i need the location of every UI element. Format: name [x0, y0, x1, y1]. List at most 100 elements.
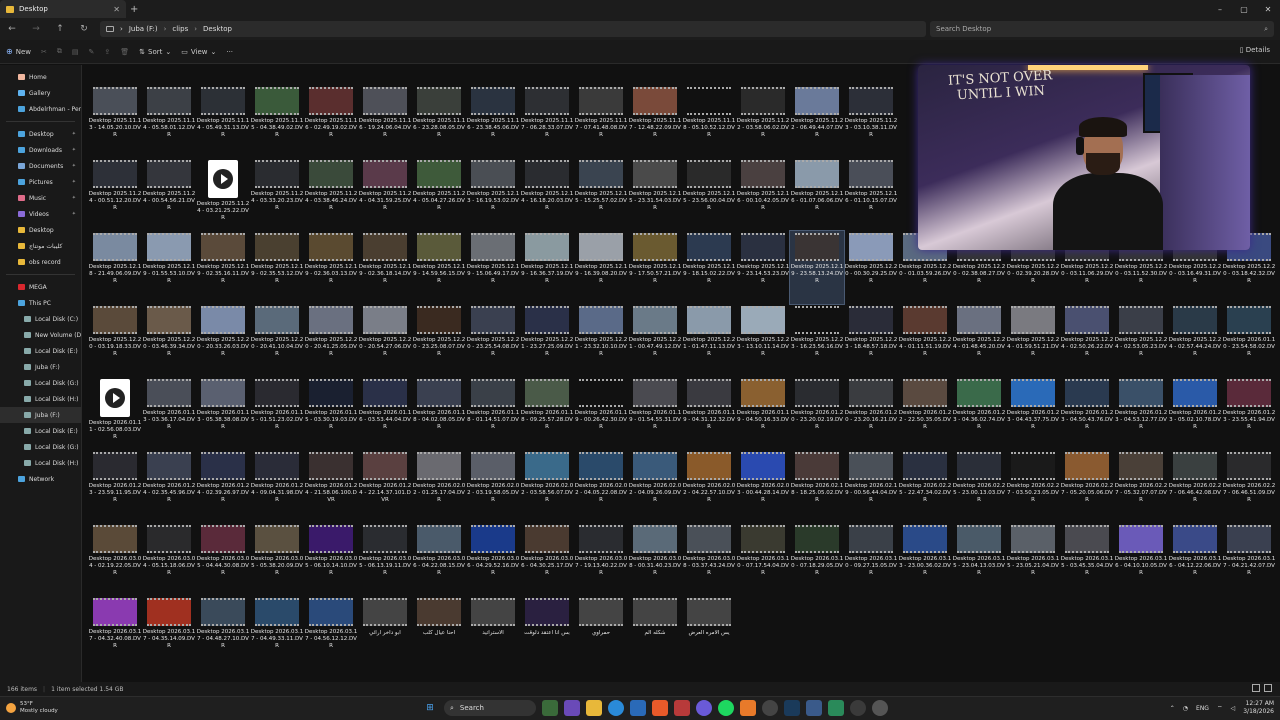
- file-item[interactable]: Desktop 2025.12.19 - 02.36.03.13.DVR: [304, 231, 358, 304]
- obs-icon[interactable]: [762, 700, 778, 716]
- sidebar-item[interactable]: Local Disk (G:): [0, 439, 81, 455]
- tiles-view-button[interactable]: [1264, 684, 1272, 692]
- file-item[interactable]: Desktop 2026.03.04 - 05.15.18.06.DVR: [142, 523, 196, 596]
- file-explorer-icon[interactable]: [586, 700, 602, 716]
- file-item[interactable]: Desktop 2025.12.21 - 01.47.11.13.DVR: [682, 304, 736, 377]
- file-item[interactable]: Desktop 2026.01.19 - 04.31.12.32.DVR: [682, 377, 736, 450]
- network-icon[interactable]: ◔: [1183, 705, 1188, 712]
- file-item[interactable]: Desktop 2025.12.21 - 23.32.10.10.DVR: [574, 304, 628, 377]
- file-item[interactable]: Desktop 2026.02.25 - 23.00.13.03.DVR: [952, 450, 1006, 523]
- file-item[interactable]: Desktop 2026.01.22 - 22.50.35.05.DVR: [898, 377, 952, 450]
- file-item[interactable]: Desktop 2026.03.05 - 04.44.30.08.DVR: [196, 523, 250, 596]
- file-item[interactable]: Desktop 2025.12.15 - 23.31.54.03.DVR: [628, 158, 682, 231]
- file-item[interactable]: Desktop 2026.02.18 - 18.25.05.02.DVR: [790, 450, 844, 523]
- copilot-icon[interactable]: [564, 700, 580, 716]
- file-item[interactable]: Desktop 2025.12.23 - 13.10.11.14.DVR: [736, 304, 790, 377]
- delete-button[interactable]: 🗑: [120, 48, 129, 56]
- file-item[interactable]: Desktop 2026.03.07 - 19.13.40.22.DVR: [574, 523, 628, 596]
- file-item[interactable]: Desktop 2025.11.22 - 03.58.06.02.DVR: [736, 85, 790, 158]
- file-item[interactable]: ابو داخر ارائي: [358, 596, 412, 669]
- file-item[interactable]: Desktop 2026.02.27 - 06.46.42.08.DVR: [1168, 450, 1222, 523]
- file-item[interactable]: Desktop 2026.01.23 - 23.55.41.94.DVR: [1222, 377, 1276, 450]
- sidebar-item[interactable]: Local Disk (E:): [0, 423, 81, 439]
- file-item[interactable]: Desktop 2026.03.05 - 06.10.14.10.DVR: [304, 523, 358, 596]
- file-item[interactable]: Desktop 2026.01.23 - 04.53.12.77.DVR: [1114, 377, 1168, 450]
- file-item[interactable]: Desktop 2026.01.18 - 04.02.08.05.DVR: [412, 377, 466, 450]
- file-item[interactable]: Desktop 2026.03.10 - 07.18.29.05.DVR: [790, 523, 844, 596]
- file-item[interactable]: Desktop 2025.12.24 - 01.11.51.19.DVR: [898, 304, 952, 377]
- sidebar-item[interactable]: Desktop: [0, 222, 81, 238]
- minimize-button[interactable]: –: [1208, 0, 1232, 18]
- file-item[interactable]: Desktop 2025.12.16 - 01.07.06.06.DVR: [790, 158, 844, 231]
- file-item[interactable]: Desktop 2025.12.19 - 16.39.08.20.DVR: [574, 231, 628, 304]
- file-item[interactable]: Desktop 2026.02.02 - 04.22.57.10.DVR: [682, 450, 736, 523]
- file-item[interactable]: Desktop 2026.03.10 - 09.27.15.05.DVR: [844, 523, 898, 596]
- file-item[interactable]: Desktop 2026.01.24 - 22.14.37.101.DVR: [358, 450, 412, 523]
- file-item[interactable]: Desktop 2025.12.16 - 00.10.42.05.DVR: [736, 158, 790, 231]
- file-item[interactable]: Desktop 2025.12.19 - 14.59.56.15.DVR: [412, 231, 466, 304]
- file-item[interactable]: Desktop 2025.12.19 - 17.50.57.21.DVR: [628, 231, 682, 304]
- file-item[interactable]: Desktop 2026.03.16 - 04.10.10.05.DVR: [1114, 523, 1168, 596]
- sidebar-item[interactable]: Network: [0, 471, 81, 487]
- file-item[interactable]: Desktop 2026.03.15 - 23.05.21.04.DVR: [1006, 523, 1060, 596]
- file-item[interactable]: Desktop 2025.12.16 - 01.10.15.07.DVR: [844, 158, 898, 231]
- app-icon[interactable]: [740, 700, 756, 716]
- sort-button[interactable]: ⇅ Sort ⌄: [139, 48, 171, 56]
- file-item[interactable]: Desktop 2025.11.17 - 07.41.48.08.DVR: [574, 85, 628, 158]
- file-item[interactable]: Desktop 2026.02.02 - 03.19.58.05.DVR: [466, 450, 520, 523]
- file-item[interactable]: Desktop 2025.11.16 - 23.28.08.05.DVR: [412, 85, 466, 158]
- sidebar-item[interactable]: obs record: [0, 254, 81, 270]
- file-item[interactable]: Desktop 2025.12.24 - 02.57.44.24.DVR: [1168, 304, 1222, 377]
- file-item[interactable]: Desktop 2026.03.17 - 04.49.33.11.DVR: [250, 596, 304, 669]
- file-item[interactable]: Desktop 2026.02.02 - 04.09.26.09.DVR: [628, 450, 682, 523]
- sidebar-item[interactable]: Videos ✦: [0, 206, 81, 222]
- file-item[interactable]: Desktop 2026.01.18 - 09.25.57.28.DVR: [520, 377, 574, 450]
- file-item[interactable]: Desktop 2025.12.24 - 02.53.05.23.DVR: [1114, 304, 1168, 377]
- volume-icon[interactable]: ◁: [1231, 705, 1236, 712]
- app-icon[interactable]: [674, 700, 690, 716]
- sidebar-item[interactable]: Home: [0, 69, 81, 85]
- file-item[interactable]: Desktop 2026.01.23 - 04.43.37.75.DVR: [1006, 377, 1060, 450]
- sidebar-item[interactable]: Local Disk (H:): [0, 455, 81, 471]
- weather-widget[interactable]: 53°F Mostly cloudy: [6, 701, 58, 715]
- file-item[interactable]: Desktop 2026.03.05 - 05.38.20.09.DVR: [250, 523, 304, 596]
- file-item[interactable]: Desktop 2026.03.06 - 04.22.08.15.DVR: [412, 523, 466, 596]
- file-item[interactable]: Desktop 2026.02.27 - 03.50.23.05.DVR: [1006, 450, 1060, 523]
- file-item[interactable]: Desktop 2026.01.23 - 04.36.02.74.DVR: [952, 377, 1006, 450]
- file-item[interactable]: Desktop 2025.12.13 - 16.19.53.02.DVR: [466, 158, 520, 231]
- sidebar-item[interactable]: Abdelrhman - Personal: [0, 101, 81, 117]
- breadcrumb-desktop[interactable]: Desktop: [203, 25, 232, 33]
- file-item[interactable]: Desktop 2026.01.23 - 04.50.43.76.DVR: [1060, 377, 1114, 450]
- file-item[interactable]: احنا عيال كلب: [412, 596, 466, 669]
- file-item[interactable]: Desktop 2026.01.23 - 23.59.11.95.DVR: [88, 450, 142, 523]
- file-item[interactable]: Desktop 2025.11.24 - 03.33.20.23.DVR: [250, 158, 304, 231]
- sidebar-item[interactable]: Gallery: [0, 85, 81, 101]
- rename-button[interactable]: ✎: [88, 48, 94, 56]
- file-item[interactable]: Desktop 2026.03.17 - 04.48.27.10.DVR: [196, 596, 250, 669]
- file-item[interactable]: Desktop 2026.01.19 - 00.26.42.30.DVR: [574, 377, 628, 450]
- edge-icon[interactable]: [608, 700, 624, 716]
- sidebar-item[interactable]: New Volume (D:): [0, 327, 81, 343]
- file-item[interactable]: Desktop 2025.11.14 - 05.58.01.12.DVR: [142, 85, 196, 158]
- file-item[interactable]: Desktop 2026.03.15 - 23.04.13.03.DVR: [952, 523, 1006, 596]
- sidebar-item[interactable]: Documents ✦: [0, 158, 81, 174]
- brave-icon[interactable]: [652, 700, 668, 716]
- file-item[interactable]: Desktop 2025.11.24 - 00.51.12.20.DVR: [88, 158, 142, 231]
- start-icon[interactable]: ⊞: [422, 700, 438, 716]
- file-item[interactable]: Desktop 2025.11.14 - 05.49.31.13.DVR: [196, 85, 250, 158]
- breadcrumb[interactable]: › Juba (F:) › clips › Desktop: [100, 21, 926, 37]
- tab-desktop[interactable]: Desktop ✕: [0, 0, 126, 18]
- file-item[interactable]: Desktop 2026.02.03 - 00.44.28.14.DVR: [736, 450, 790, 523]
- sidebar-item[interactable]: Local Disk (E:): [0, 343, 81, 359]
- file-item[interactable]: Desktop 2025.12.24 - 01.48.45.20.DVR: [952, 304, 1006, 377]
- app-icon[interactable]: [850, 700, 866, 716]
- file-item[interactable]: Desktop 2026.02.27 - 05.20.05.06.DVR: [1060, 450, 1114, 523]
- file-item[interactable]: Desktop 2025.12.24 - 02.50.26.22.DVR: [1060, 304, 1114, 377]
- chevron-up-icon[interactable]: ⌃: [1170, 705, 1175, 712]
- file-item[interactable]: Desktop 2026.03.06 - 04.29.52.16.DVR: [466, 523, 520, 596]
- file-item[interactable]: Desktop 2025.11.17 - 12.48.22.09.DVR: [628, 85, 682, 158]
- file-item[interactable]: Desktop 2026.01.24 - 02.39.26.97.DVR: [196, 450, 250, 523]
- file-item[interactable]: Desktop 2026.03.10 - 07.17.54.04.DVR: [736, 523, 790, 596]
- file-item[interactable]: Desktop 2025.12.19 - 02.35.16.11.DVR: [196, 231, 250, 304]
- file-item[interactable]: Desktop 2025.11.16 - 02.49.19.02.DVR: [304, 85, 358, 158]
